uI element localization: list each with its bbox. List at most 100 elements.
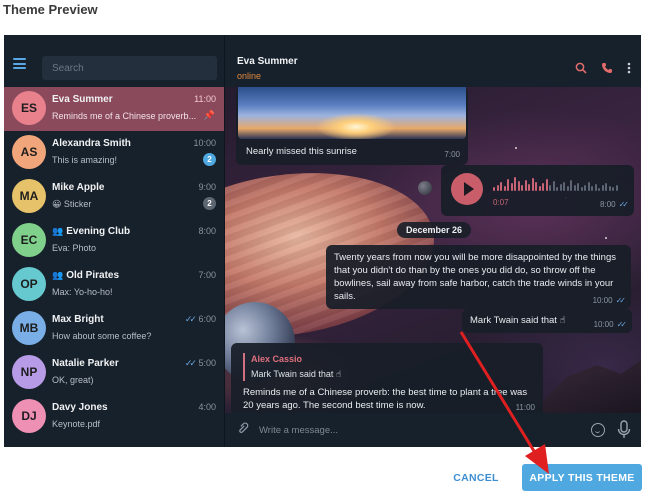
double-check-icon: ✓✓ — [615, 296, 627, 305]
search-icon[interactable] — [575, 62, 587, 76]
avatar: MA — [12, 179, 46, 213]
voice-waveform[interactable] — [493, 175, 618, 191]
group-icon: 👥 — [52, 270, 64, 280]
chat-name-label: Max Bright — [52, 314, 104, 325]
chat-header: Eva Summer online — [225, 35, 641, 87]
reply-author: Alex Cassio — [251, 354, 303, 364]
chat-name: Eva Summer — [52, 94, 113, 105]
chat-time: ✓✓ 5:00 — [185, 358, 216, 369]
contact-name[interactable]: Eva Summer — [237, 56, 298, 67]
message-time: 8:00 — [600, 200, 616, 209]
unread-badge: 2 — [203, 153, 216, 166]
chat-name-label: Mike Apple — [52, 182, 105, 193]
voice-message[interactable]: 0:07 8:00 ✓✓ — [441, 165, 634, 216]
chat-time-label: 4:00 — [198, 402, 216, 412]
chat-time-label: 10:00 — [193, 138, 216, 148]
outgoing-message[interactable]: Mark Twain said that ☝ 10:00 ✓✓ — [462, 309, 632, 333]
chat-name-label: Old Pirates — [66, 270, 120, 281]
chat-preview: 😀 Sticker — [52, 199, 92, 209]
reply-quote[interactable]: Alex Cassio Mark Twain said that ☝ — [243, 353, 341, 381]
chat-preview: Reminds me of a Chinese proverb... — [52, 111, 197, 121]
play-button[interactable] — [451, 173, 483, 205]
chat-name: Natalie Parker — [52, 358, 119, 369]
date-separator: December 26 — [397, 222, 472, 238]
incoming-reply-message[interactable]: Alex Cassio Mark Twain said that ☝ Remin… — [231, 343, 543, 413]
chat-time: 9:00 — [198, 182, 216, 192]
cancel-button[interactable]: CANCEL — [445, 464, 507, 491]
chat-preview: How about some coffee? — [52, 331, 152, 341]
chat-time-label: 5:00 — [198, 358, 216, 368]
chat-sidebar: ES Eva Summer Reminds me of a Chinese pr… — [4, 35, 225, 447]
chat-preview: Keynote.pdf — [52, 419, 101, 429]
avatar: NP — [12, 355, 46, 389]
message-time: 10:00 — [592, 296, 613, 305]
message-text: Twenty years from now you will be more d… — [334, 252, 616, 302]
chat-name-label: Alexandra Smith — [52, 138, 131, 149]
menu-icon[interactable] — [13, 58, 26, 69]
double-check-icon: ✓✓ — [184, 314, 197, 324]
chat-item[interactable]: OP 👥 Old Pirates Max: Yo-ho-ho! 7:00 — [4, 263, 224, 307]
chat-name: Max Bright — [52, 314, 104, 325]
dialog-title: Theme Preview — [3, 2, 98, 17]
more-icon[interactable] — [627, 62, 631, 76]
message-time: 10:00 — [593, 320, 614, 329]
paperclip-icon[interactable] — [231, 419, 253, 441]
message-text: Reminds me of a Chinese proverb: the bes… — [243, 387, 528, 411]
avatar: EC — [12, 223, 46, 257]
message-time: 7:00 — [444, 150, 460, 159]
chat-time: 7:00 — [198, 270, 216, 280]
chat-name: Davy Jones — [52, 402, 108, 413]
reply-snippet: Mark Twain said that ☝ — [251, 369, 342, 379]
chat-time: 10:00 — [193, 138, 216, 148]
chat-item[interactable]: EC 👥 Evening Club Eva: Photo 8:00 — [4, 219, 224, 263]
chat-name: Mike Apple — [52, 182, 104, 193]
unread-badge: 2 — [203, 197, 216, 210]
message-composer — [225, 413, 641, 447]
emoji-icon[interactable] — [591, 423, 605, 437]
chat-item[interactable]: NP Natalie Parker OK, great) ✓✓ 5:00 — [4, 351, 224, 395]
chat-preview: Max: Yo-ho-ho! — [52, 287, 113, 297]
chat-name-label: Natalie Parker — [52, 358, 119, 369]
chat-preview: Eva: Photo — [52, 243, 97, 253]
group-icon: 👥 — [52, 226, 64, 236]
double-check-icon: ✓✓ — [616, 320, 628, 329]
photo-message[interactable]: Nearly missed this sunrise 7:00 — [236, 87, 468, 165]
avatar: DJ — [12, 399, 46, 433]
chat-item[interactable]: DJ Davy Jones Keynote.pdf 4:00 — [4, 395, 224, 439]
chat-time: ✓✓ 6:00 — [185, 314, 216, 325]
chat-time-label: 6:00 — [198, 314, 216, 324]
avatar: AS — [12, 135, 46, 169]
chat-item[interactable]: AS Alexandra Smith This is amazing! 10:0… — [4, 131, 224, 175]
search-input[interactable] — [42, 56, 217, 80]
avatar: MB — [12, 311, 46, 345]
chat-time: 8:00 — [198, 226, 216, 236]
outgoing-message[interactable]: Twenty years from now you will be more d… — [326, 245, 631, 309]
photo-caption: Nearly missed this sunrise — [246, 146, 357, 157]
chat-item[interactable]: MB Max Bright How about some coffee? ✓✓ … — [4, 307, 224, 351]
chat-preview: OK, great) — [52, 375, 94, 385]
chat-background: Nearly missed this sunrise 7:00 0:07 8:0… — [225, 87, 641, 413]
pin-icon: 📌 — [203, 110, 215, 120]
message-time: 11:00 — [515, 403, 535, 412]
chat-name: 👥 Evening Club — [52, 226, 130, 237]
avatar: ES — [12, 91, 46, 125]
chat-name: Alexandra Smith — [52, 138, 131, 149]
chat-list: ES Eva Summer Reminds me of a Chinese pr… — [4, 87, 224, 439]
message-text: Mark Twain said that ☝ — [470, 315, 566, 326]
double-check-icon: ✓✓ — [618, 200, 630, 209]
contact-status: online — [237, 71, 262, 81]
apply-theme-button[interactable]: APPLY THIS THEME — [522, 464, 642, 491]
message-input[interactable] — [259, 422, 559, 438]
chat-item[interactable]: ES Eva Summer Reminds me of a Chinese pr… — [4, 87, 224, 131]
chat-item[interactable]: MA Mike Apple 😀 Sticker 9:00 2 — [4, 175, 224, 219]
microphone-icon[interactable] — [617, 420, 631, 440]
chat-time-label: 9:00 — [198, 182, 216, 192]
chat-preview: This is amazing! — [52, 155, 118, 165]
phone-icon[interactable] — [601, 62, 613, 76]
theme-preview-window: — □ ✕ ES Eva Summer Reminds me of a Chin… — [4, 35, 641, 447]
chat-time-label: 8:00 — [198, 226, 216, 236]
sunrise-photo[interactable] — [238, 87, 466, 139]
chat-name-label: Davy Jones — [52, 402, 108, 413]
chat-time-label: 11:00 — [194, 94, 216, 104]
double-check-icon: ✓✓ — [184, 358, 197, 368]
